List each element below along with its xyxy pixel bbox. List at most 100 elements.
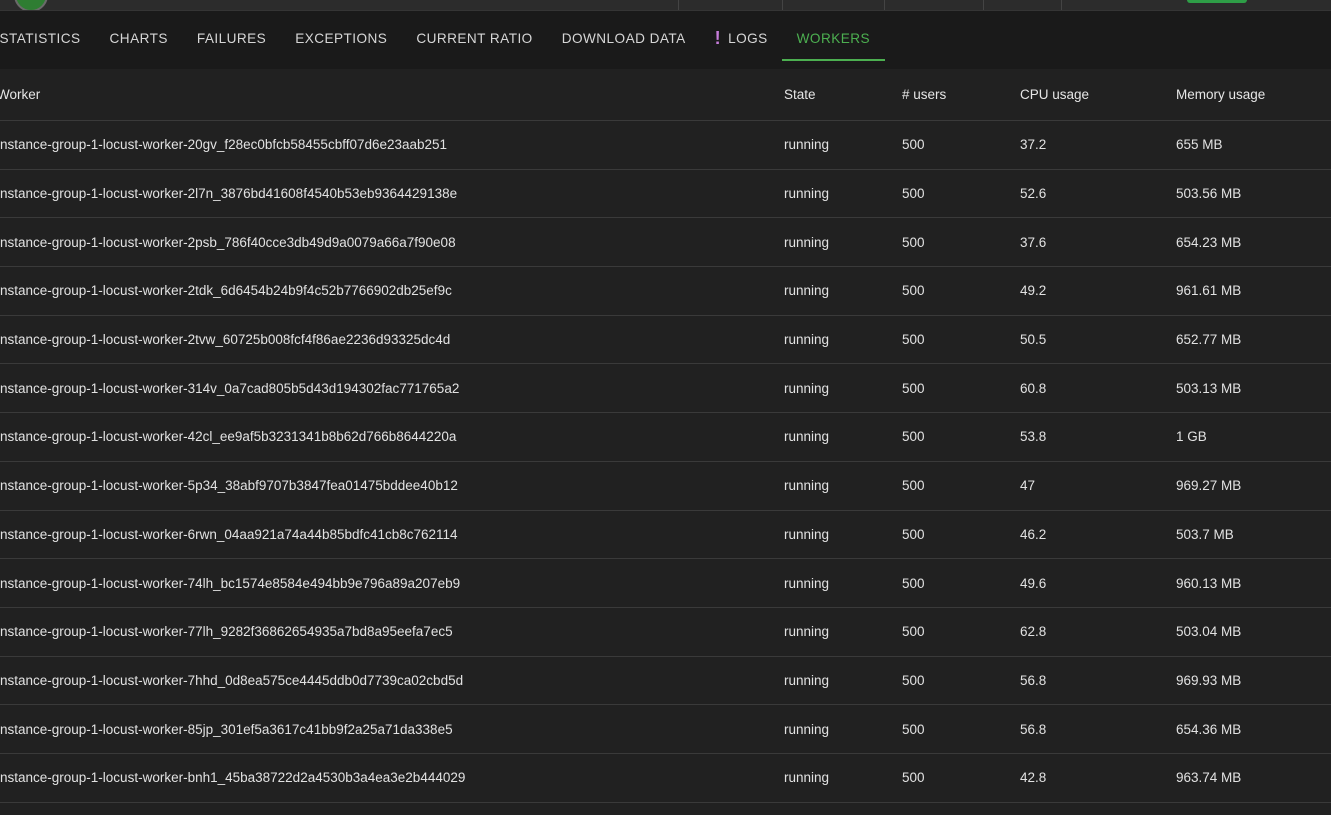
memory-usage-cell: 503.56 MB — [1176, 169, 1331, 219]
cpu-usage-cell: 37.6 — [1020, 217, 1176, 268]
table-row: instance-group-1-locust-worker-74lh_bc15… — [0, 558, 1331, 608]
cpu-usage-cell: 56.8 — [1020, 704, 1176, 754]
workers-table: Worker State # users CPU usage Memory us… — [0, 69, 1331, 803]
cpu-usage-cell: 37.2 — [1020, 120, 1176, 170]
cpu-usage-cell: 49.2 — [1020, 266, 1176, 316]
tab-label: CHARTS — [109, 30, 168, 46]
table-row: instance-group-1-locust-worker-85jp_301e… — [0, 704, 1331, 754]
table-row: instance-group-1-locust-worker-6rwn_04aa… — [0, 510, 1331, 560]
cpu-usage-cell: 62.8 — [1020, 607, 1176, 657]
tab-current-ratio[interactable]: CURRENT RATIO — [402, 17, 547, 60]
memory-usage-cell: 654.36 MB — [1176, 704, 1331, 754]
memory-usage-cell: 960.13 MB — [1176, 558, 1331, 608]
tab-download-data[interactable]: DOWNLOAD DATA — [547, 17, 700, 60]
tab-exceptions[interactable]: EXCEPTIONS — [281, 17, 402, 60]
users-cell: 500 — [902, 315, 1020, 365]
state-cell: running — [784, 120, 902, 170]
worker-name-cell: instance-group-1-locust-worker-2tdk_6d64… — [0, 266, 784, 316]
state-cell: running — [784, 558, 902, 608]
users-cell: 500 — [902, 704, 1020, 754]
tab-failures[interactable]: FAILURES — [182, 17, 280, 60]
tab-statistics[interactable]: STATISTICS — [0, 17, 95, 60]
tab-label: STATISTICS — [0, 30, 81, 46]
users-cell: 500 — [902, 169, 1020, 219]
memory-usage-cell: 1 GB — [1176, 412, 1331, 462]
cpu-usage-cell: 60.8 — [1020, 363, 1176, 414]
users-cell: 500 — [902, 363, 1020, 414]
users-cell: 500 — [902, 120, 1020, 170]
top-header-bar — [0, 0, 1331, 11]
state-cell: running — [784, 412, 902, 462]
exclamation-icon: ! — [714, 28, 722, 48]
state-cell: running — [784, 607, 902, 657]
column-header-memory[interactable]: Memory usage — [1176, 69, 1331, 121]
header-divider — [1061, 0, 1062, 10]
table-body: instance-group-1-locust-worker-20gv_f28e… — [0, 120, 1331, 803]
column-header-cpu[interactable]: CPU usage — [1020, 69, 1176, 121]
worker-name-cell: instance-group-1-locust-worker-20gv_f28e… — [0, 120, 784, 170]
header-divider — [983, 0, 984, 10]
worker-name-cell: instance-group-1-locust-worker-74lh_bc15… — [0, 558, 784, 608]
state-cell: running — [784, 266, 902, 316]
table-row: instance-group-1-locust-worker-7hhd_0d8e… — [0, 656, 1331, 706]
cpu-usage-cell: 46.2 — [1020, 510, 1176, 560]
worker-name-cell: instance-group-1-locust-worker-77lh_9282… — [0, 607, 784, 657]
state-cell: running — [784, 753, 902, 803]
users-cell: 500 — [902, 510, 1020, 560]
tab-label: LOGS — [728, 30, 768, 46]
memory-usage-cell: 961.61 MB — [1176, 266, 1331, 316]
cpu-usage-cell: 49.6 — [1020, 558, 1176, 608]
cpu-usage-cell: 50.5 — [1020, 315, 1176, 365]
memory-usage-cell: 963.74 MB — [1176, 753, 1331, 803]
state-cell: running — [784, 315, 902, 365]
column-header-worker[interactable]: Worker — [0, 69, 784, 121]
table-row: instance-group-1-locust-worker-20gv_f28e… — [0, 120, 1331, 170]
memory-usage-cell: 655 MB — [1176, 120, 1331, 170]
header-divider — [678, 0, 679, 10]
memory-usage-cell: 503.7 MB — [1176, 510, 1331, 560]
new-test-button[interactable] — [1187, 0, 1247, 3]
tab-label: EXCEPTIONS — [295, 30, 388, 46]
locust-logo-icon — [14, 0, 48, 10]
users-cell: 500 — [902, 656, 1020, 706]
table-row: instance-group-1-locust-worker-bnh1_45ba… — [0, 753, 1331, 803]
table-row: instance-group-1-locust-worker-2l7n_3876… — [0, 169, 1331, 219]
users-cell: 500 — [902, 607, 1020, 657]
cpu-usage-cell: 53.8 — [1020, 412, 1176, 462]
cpu-usage-cell: 42.8 — [1020, 753, 1176, 803]
memory-usage-cell: 503.04 MB — [1176, 607, 1331, 657]
table-row: instance-group-1-locust-worker-42cl_ee9a… — [0, 412, 1331, 462]
tab-navigation-bar: STATISTICS CHARTS FAILURES EXCEPTIONS CU… — [0, 11, 1331, 69]
users-cell: 500 — [902, 266, 1020, 316]
memory-usage-cell: 969.27 MB — [1176, 461, 1331, 511]
tab-workers[interactable]: WORKERS — [782, 17, 885, 61]
column-header-users[interactable]: # users — [902, 69, 1020, 121]
header-divider — [884, 0, 885, 10]
table-row: instance-group-1-locust-worker-2tdk_6d64… — [0, 266, 1331, 316]
users-cell: 500 — [902, 412, 1020, 462]
column-header-state[interactable]: State — [784, 69, 902, 121]
table-header-row: Worker State # users CPU usage Memory us… — [0, 69, 1331, 121]
worker-name-cell: instance-group-1-locust-worker-bnh1_45ba… — [0, 753, 784, 803]
memory-usage-cell: 969.93 MB — [1176, 656, 1331, 706]
worker-name-cell: instance-group-1-locust-worker-2tvw_6072… — [0, 315, 784, 365]
table-row: instance-group-1-locust-worker-2psb_786f… — [0, 217, 1331, 268]
state-cell: running — [784, 169, 902, 219]
state-cell: running — [784, 656, 902, 706]
tab-logs[interactable]: ! LOGS — [700, 17, 782, 60]
cpu-usage-cell: 56.8 — [1020, 656, 1176, 706]
worker-name-cell: instance-group-1-locust-worker-85jp_301e… — [0, 704, 784, 754]
tab-label: WORKERS — [796, 30, 871, 46]
memory-usage-cell: 652.77 MB — [1176, 315, 1331, 365]
tab-list: STATISTICS CHARTS FAILURES EXCEPTIONS CU… — [0, 11, 885, 65]
users-cell: 500 — [902, 461, 1020, 511]
tab-charts[interactable]: CHARTS — [95, 17, 182, 60]
tab-label: DOWNLOAD DATA — [561, 30, 686, 46]
worker-name-cell: instance-group-1-locust-worker-42cl_ee9a… — [0, 412, 784, 462]
memory-usage-cell: 503.13 MB — [1176, 363, 1331, 414]
table-row: instance-group-1-locust-worker-314v_0a7c… — [0, 363, 1331, 414]
worker-name-cell: instance-group-1-locust-worker-2psb_786f… — [0, 217, 784, 268]
state-cell: running — [784, 510, 902, 560]
cpu-usage-cell: 47 — [1020, 461, 1176, 511]
worker-name-cell: instance-group-1-locust-worker-2l7n_3876… — [0, 169, 784, 219]
